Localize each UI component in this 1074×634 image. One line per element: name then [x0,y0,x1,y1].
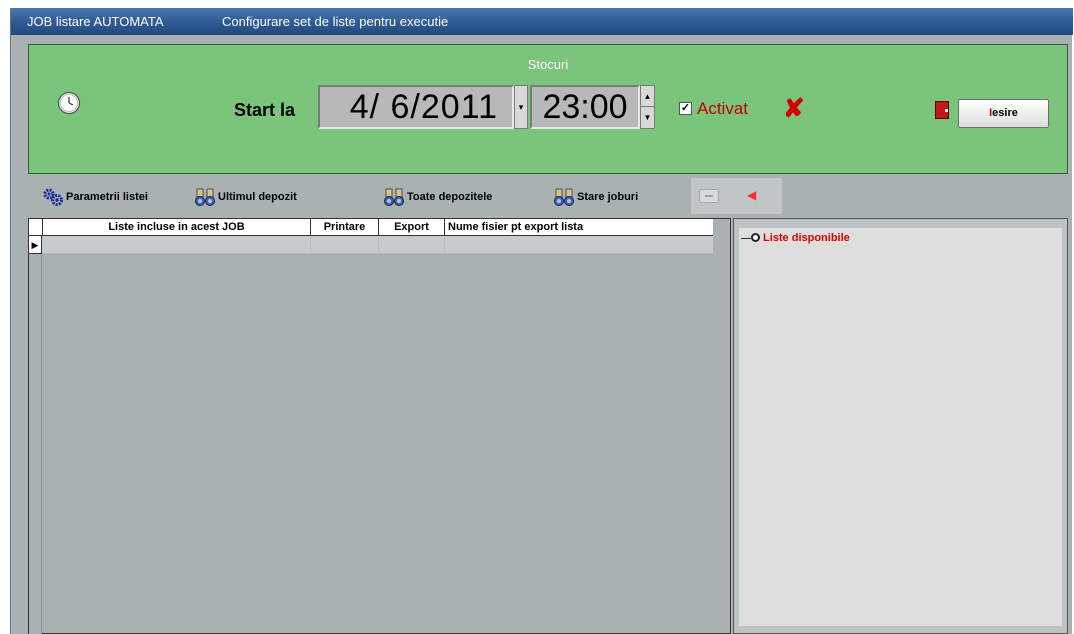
table-row[interactable] [42,236,713,254]
column-header-printare[interactable]: Printare [310,219,378,235]
start-time-field[interactable]: 23:00 [530,85,640,129]
window-subtitle: Configurare set de liste pentru executie [222,14,449,29]
title-bar: JOB listare AUTOMATA Configurare set de … [11,8,1073,35]
toate-depozitele-button[interactable]: Toate depozitele [383,184,528,210]
tree-node-icon [751,233,760,242]
column-header-liste[interactable]: Liste incluse in acest JOB [42,219,310,235]
parametrii-listei-button[interactable]: Parametrii listei [42,184,172,210]
binoculars-icon [384,188,404,206]
gears-icon [43,188,63,206]
grid-header: Liste incluse in acest JOB Printare Expo… [29,219,713,236]
ultimul-depozit-label: Ultimul depozit [218,191,297,203]
start-date-field[interactable]: 4/ 6/2011 [318,85,514,129]
list-nav-box: ◀ [691,178,782,214]
time-spinner[interactable]: ▲ ▼ [640,85,655,129]
tree-line [741,238,751,239]
start-label: Start la [234,100,296,120]
column-header-export[interactable]: Export [378,219,444,235]
time-up-icon[interactable]: ▲ [641,86,654,107]
activat-label: Activat [697,99,749,118]
binoculars-icon [195,188,215,206]
current-row-indicator-icon: ▶ [29,236,42,254]
toate-depozitele-label: Toate depozitele [407,191,493,203]
schedule-panel: Stocuri Start la 4/ 6/2011 ▾ 23:00 ▲ ▼ ✓… [28,44,1068,174]
column-header-nume-fisier[interactable]: Nume fisier pt export lista [444,219,713,235]
available-lists-panel: Liste disponibile [733,218,1068,634]
move-left-arrow-icon[interactable]: ◀ [747,188,756,202]
clock-icon [57,91,81,115]
delete-x-icon[interactable]: ✘ [783,93,805,123]
ultimul-depozit-button[interactable]: Ultimul depozit [194,184,324,210]
app-root: JOB listare AUTOMATA Configurare set de … [0,0,1074,634]
date-dropdown-button[interactable]: ▾ [514,85,528,129]
activat-checkbox[interactable]: ✓ [679,102,692,115]
main-window: JOB listare AUTOMATA Configurare set de … [10,8,1073,634]
job-lists-grid[interactable]: Liste incluse in acest JOB Printare Expo… [28,218,731,634]
stare-joburi-label: Stare joburi [577,191,639,203]
available-lists-tree[interactable]: Liste disponibile [739,228,1062,626]
time-down-icon[interactable]: ▼ [641,107,654,128]
panel-title: Stocuri [527,57,569,72]
row-selector-column [29,254,42,634]
exit-label: esire [992,107,1018,119]
tree-node-label: Liste disponibile [763,232,850,244]
stare-joburi-button[interactable]: Stare joburi [553,184,663,210]
table-cell[interactable] [378,236,444,254]
table-cell[interactable] [444,236,713,254]
exit-door-icon [935,101,949,119]
binoculars-icon [554,188,574,206]
parametrii-listei-label: Parametrii listei [66,191,148,203]
window-title: JOB listare AUTOMATA [27,14,164,29]
remove-list-button[interactable] [699,189,719,203]
table-cell[interactable] [310,236,378,254]
exit-button[interactable]: Iesire [958,99,1049,128]
